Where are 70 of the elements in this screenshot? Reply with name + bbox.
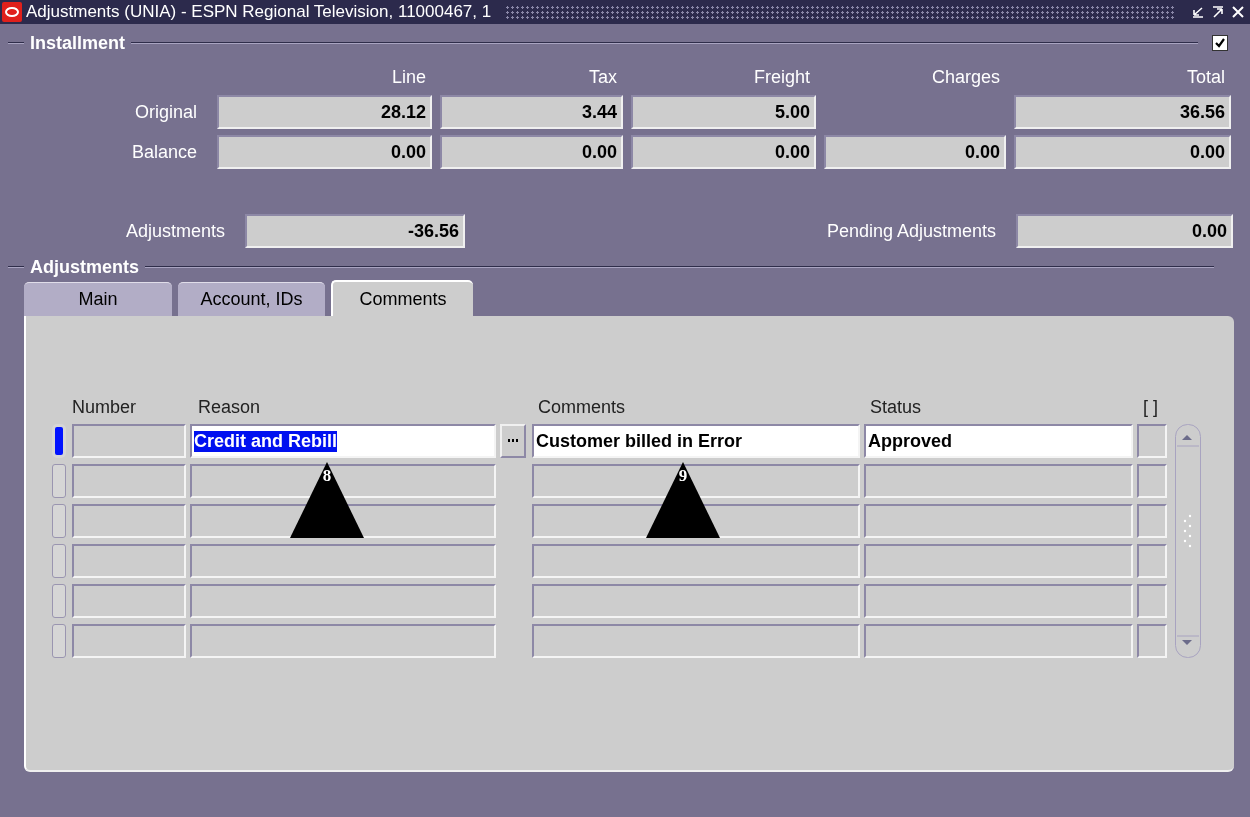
row-label: Original bbox=[133, 101, 198, 123]
checkbox[interactable] bbox=[1212, 35, 1228, 51]
scrollbar[interactable] bbox=[1175, 424, 1201, 658]
amount-field[interactable]: 28.12 bbox=[217, 95, 432, 129]
flag-field[interactable] bbox=[1137, 464, 1167, 498]
ellipsis-icon bbox=[508, 439, 518, 443]
field-label: Pending Adjustments bbox=[826, 220, 996, 242]
column-header: Comments bbox=[537, 397, 627, 418]
field-label: Adjustments bbox=[124, 220, 226, 242]
amount-field[interactable]: 0.00 bbox=[440, 135, 623, 169]
reason-field[interactable] bbox=[190, 624, 496, 658]
column-header: [ ] bbox=[1142, 397, 1159, 418]
tab[interactable]: Main bbox=[24, 282, 172, 316]
number-field[interactable] bbox=[72, 424, 186, 458]
tab[interactable]: Account, IDs bbox=[178, 282, 325, 316]
status-field[interactable] bbox=[864, 584, 1133, 618]
comments-field[interactable] bbox=[532, 464, 860, 498]
column-header: Tax bbox=[588, 67, 618, 89]
reason-field[interactable] bbox=[190, 584, 496, 618]
window-title: Adjustments (UNIA) - ESPN Regional Television, 11000467, 1 bbox=[26, 2, 492, 22]
status-field[interactable] bbox=[864, 544, 1133, 578]
column-header: Total bbox=[1185, 67, 1226, 89]
reason-field[interactable] bbox=[190, 464, 496, 498]
status-field[interactable] bbox=[864, 504, 1133, 538]
amount-field[interactable]: 0.00 bbox=[217, 135, 432, 169]
flag-field[interactable] bbox=[1137, 624, 1167, 658]
reason-field[interactable]: Credit and Rebill bbox=[190, 424, 496, 458]
column-header: Status bbox=[869, 397, 923, 418]
amount-field[interactable]: 0.00 bbox=[1016, 214, 1233, 248]
column-header: Charges bbox=[930, 67, 1001, 89]
column-header: Line bbox=[390, 67, 427, 89]
status-field[interactable]: Approved bbox=[864, 424, 1133, 458]
amount-field[interactable]: 36.56 bbox=[1014, 95, 1231, 129]
maximize-icon[interactable] bbox=[1210, 4, 1226, 20]
minimize-icon[interactable] bbox=[1190, 4, 1206, 20]
amount-field[interactable]: 0.00 bbox=[1014, 135, 1231, 169]
number-field[interactable] bbox=[72, 624, 186, 658]
number-field[interactable] bbox=[72, 464, 186, 498]
close-icon[interactable] bbox=[1230, 4, 1246, 20]
record-indicator[interactable] bbox=[52, 424, 66, 458]
amount-field[interactable]: 0.00 bbox=[824, 135, 1006, 169]
callout-marker: 9 bbox=[646, 462, 720, 538]
flag-field[interactable] bbox=[1137, 504, 1167, 538]
section-title: Adjustments bbox=[29, 256, 140, 278]
callout-marker: 8 bbox=[290, 462, 364, 538]
column-header: Reason bbox=[197, 397, 262, 418]
amount-field[interactable]: 3.44 bbox=[440, 95, 623, 129]
status-field[interactable] bbox=[864, 464, 1133, 498]
comments-field[interactable] bbox=[532, 584, 860, 618]
column-header: Freight bbox=[752, 67, 811, 89]
section-title: Installment bbox=[29, 32, 127, 54]
tab[interactable]: Comments bbox=[331, 280, 473, 316]
flag-field[interactable] bbox=[1137, 544, 1167, 578]
list-of-values-button[interactable] bbox=[500, 424, 526, 458]
number-field[interactable] bbox=[72, 504, 186, 538]
status-field[interactable] bbox=[864, 624, 1133, 658]
comments-field[interactable] bbox=[532, 624, 860, 658]
number-field[interactable] bbox=[72, 584, 186, 618]
flag-field[interactable] bbox=[1137, 584, 1167, 618]
flag-field[interactable] bbox=[1137, 424, 1167, 458]
number-field[interactable] bbox=[72, 544, 186, 578]
reason-field[interactable] bbox=[190, 544, 496, 578]
column-header: Number bbox=[72, 397, 138, 418]
row-label: Balance bbox=[130, 141, 198, 163]
comments-field[interactable] bbox=[532, 544, 860, 578]
amount-field[interactable]: -36.56 bbox=[245, 214, 465, 248]
app-logo-icon bbox=[2, 2, 22, 22]
amount-field[interactable]: 0.00 bbox=[631, 135, 816, 169]
comments-field[interactable]: Customer billed in Error bbox=[532, 424, 860, 458]
amount-field[interactable]: 5.00 bbox=[631, 95, 816, 129]
